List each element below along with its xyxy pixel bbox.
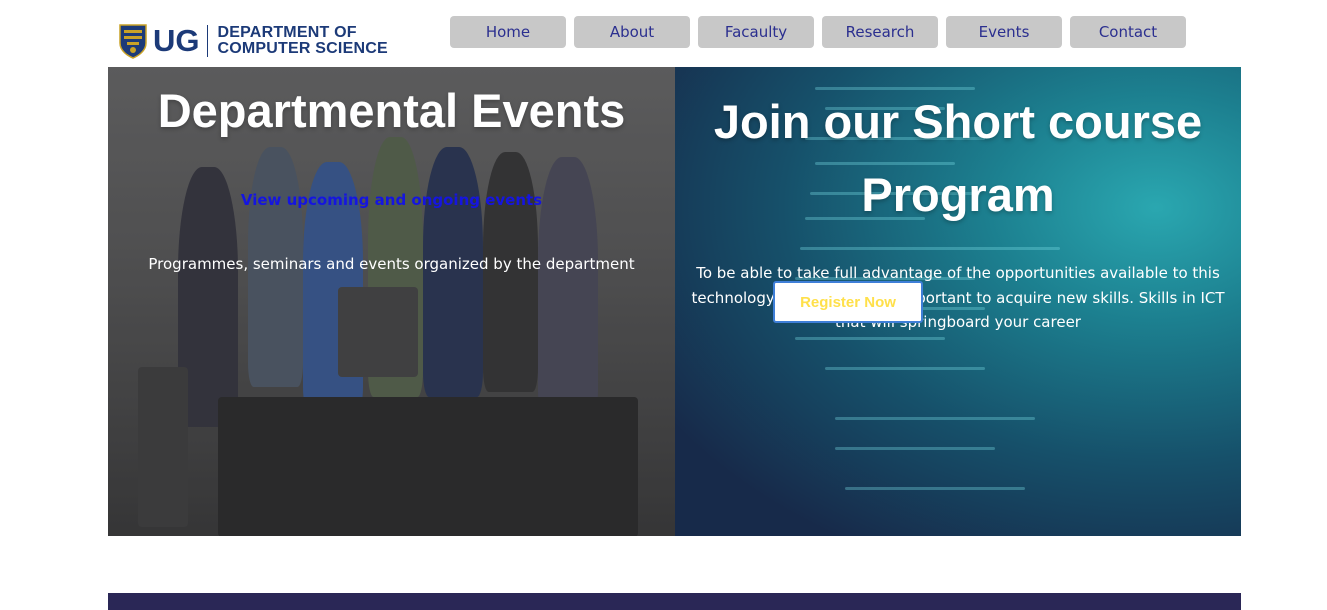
panel-overlay <box>108 67 675 536</box>
footer-bar <box>108 593 1241 610</box>
logo-dept-line2: COMPUTER SCIENCE <box>217 40 388 57</box>
logo-dept-line1: DEPARTMENT OF <box>217 24 357 41</box>
short-course-title: Join our Short course Program <box>713 95 1203 221</box>
university-crest-icon <box>118 23 148 59</box>
view-events-link[interactable]: View upcoming and ongoing events <box>108 191 675 209</box>
nav-home[interactable]: Home <box>450 16 566 48</box>
events-description: Programmes, seminars and events organize… <box>148 255 635 273</box>
nav-contact[interactable]: Contact <box>1070 16 1186 48</box>
logo-department-name: DEPARTMENT OF COMPUTER SCIENCE <box>218 25 388 57</box>
site-header: UG DEPARTMENT OF COMPUTER SCIENCE Home A… <box>0 0 1327 67</box>
site-logo[interactable]: UG DEPARTMENT OF COMPUTER SCIENCE <box>118 22 388 60</box>
main-nav: Home About Facaulty Research Events Cont… <box>450 16 1186 48</box>
nav-research[interactable]: Research <box>822 16 938 48</box>
short-course-description: To be able to take full advantage of the… <box>691 264 1225 331</box>
hero-section: Departmental Events View upcoming and on… <box>108 67 1241 536</box>
nav-events[interactable]: Events <box>946 16 1062 48</box>
register-now-button[interactable]: Register Now <box>773 281 923 323</box>
short-course-panel: Join our Short course Program To be able… <box>675 67 1241 536</box>
events-title: Departmental Events <box>157 84 626 137</box>
nav-faculty[interactable]: Facaulty <box>698 16 814 48</box>
nav-about[interactable]: About <box>574 16 690 48</box>
logo-ug-text: UG <box>153 23 200 58</box>
events-panel: Departmental Events View upcoming and on… <box>108 67 675 536</box>
logo-divider <box>206 25 208 57</box>
